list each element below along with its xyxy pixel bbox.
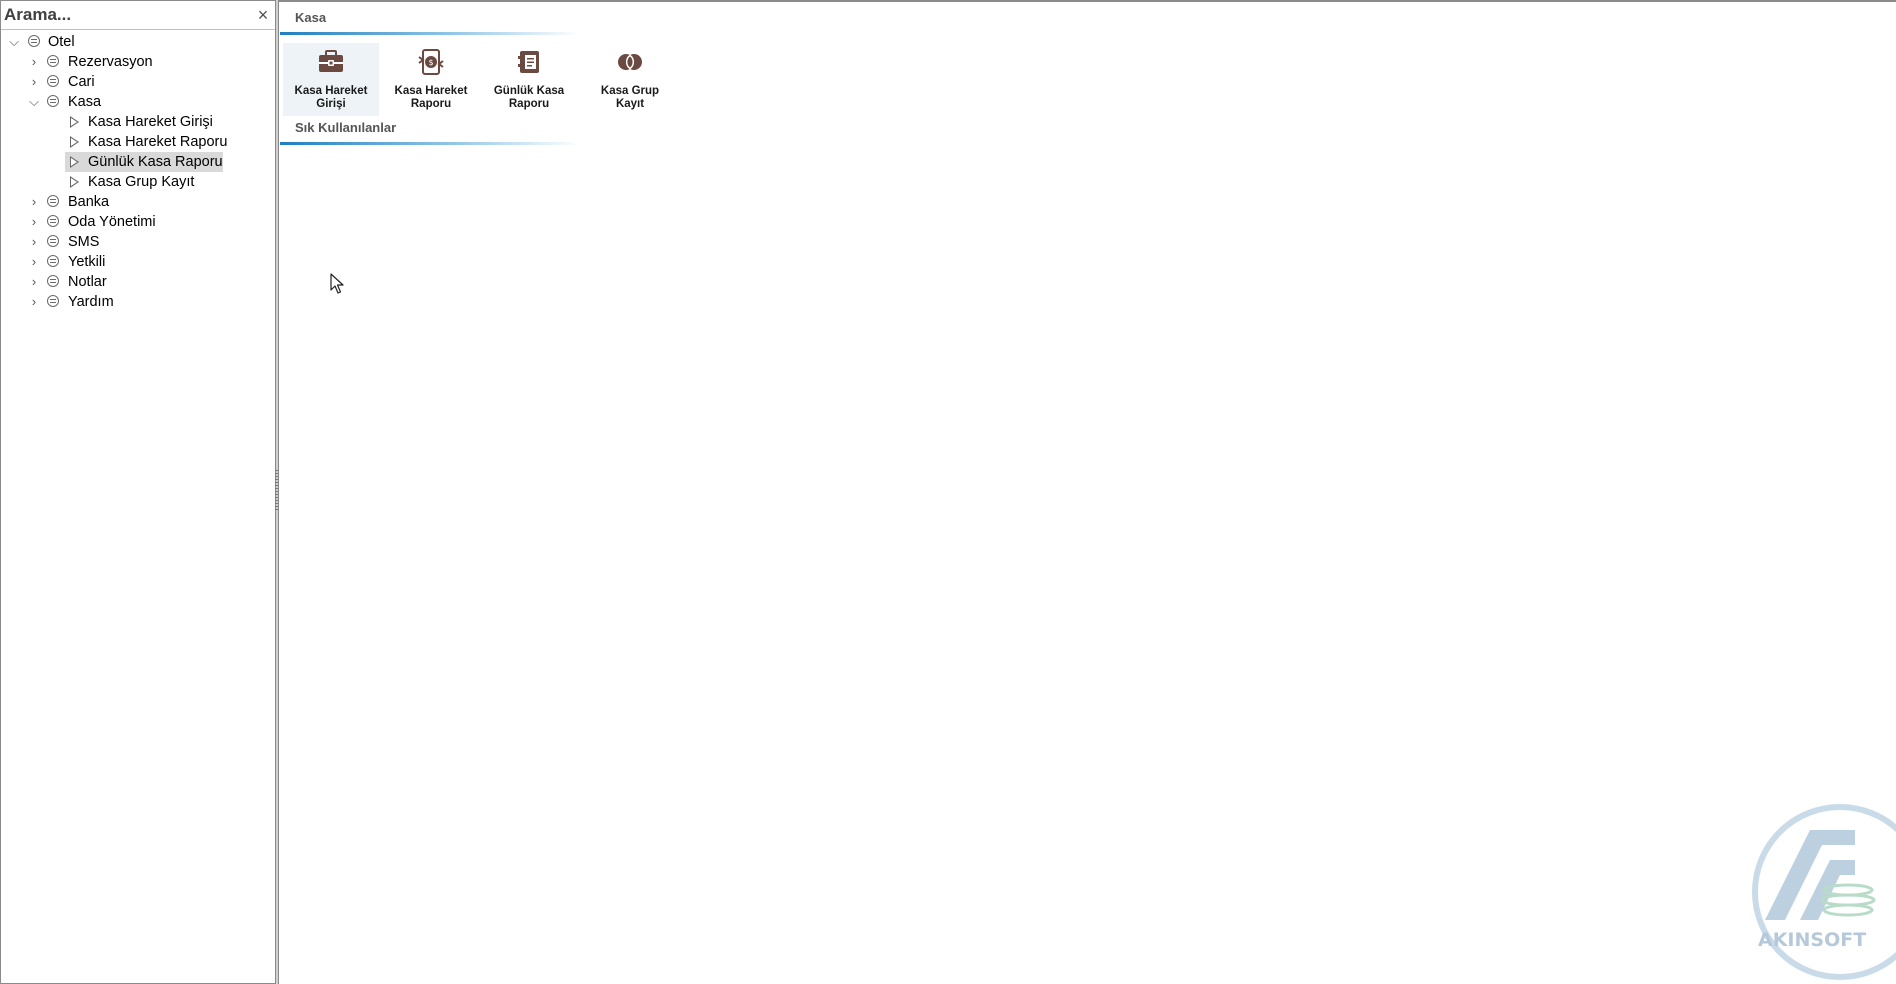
- list-icon: [47, 215, 59, 227]
- tree-item-label: Kasa Hareket Girişi: [88, 114, 213, 130]
- tree-item-notlar[interactable]: › Notlar: [1, 272, 275, 292]
- close-icon[interactable]: ×: [255, 6, 271, 24]
- chevron-down-icon[interactable]: ⌵: [28, 92, 40, 112]
- main-content: [278, 0, 1896, 984]
- group-coins-icon: [618, 54, 642, 70]
- tile-kasa-hareket-raporu[interactable]: $ Kasa Hareket Raporu: [383, 43, 479, 116]
- akinsoft-logo-watermark: AKINSOFT: [1752, 804, 1896, 980]
- money-report-icon: $: [418, 49, 444, 75]
- tree-item-label: Cari: [68, 74, 95, 90]
- tile-label-line1: Kasa Grup: [600, 85, 660, 97]
- tile-label: Kasa Grup Kayıt: [582, 85, 678, 111]
- tree-item-otel[interactable]: ⌵ Otel: [1, 32, 275, 52]
- tree-item-label: Notlar: [68, 274, 107, 290]
- tree-item-label: Yetkili: [68, 254, 106, 270]
- tree-item-oda-yonetimi[interactable]: › Oda Yönetimi: [1, 212, 275, 232]
- group-title: Kasa: [295, 10, 327, 25]
- safe-report-icon: [518, 51, 539, 73]
- list-icon: [47, 295, 59, 307]
- tree-item-kasa-hareket-raporu[interactable]: Kasa Hareket Raporu: [1, 132, 275, 152]
- tile-label: Kasa Hareket Girişi: [283, 85, 379, 111]
- play-outline-icon: [70, 176, 79, 188]
- tree-item-kasa[interactable]: ⌵ Kasa: [1, 92, 275, 112]
- chevron-right-icon[interactable]: ›: [28, 192, 40, 212]
- tree-item-kasa-hareket-girisi[interactable]: Kasa Hareket Girişi: [1, 112, 275, 132]
- tree-item-label: Rezervasyon: [68, 54, 153, 70]
- list-icon: [47, 235, 59, 247]
- tree-item-label: Kasa Hareket Raporu: [88, 134, 228, 150]
- chevron-right-icon[interactable]: ›: [28, 52, 40, 72]
- list-icon: [47, 275, 59, 287]
- tree-item-label: Oda Yönetimi: [68, 214, 156, 230]
- tile-label-line1: Kasa Hareket: [394, 85, 468, 97]
- play-outline-icon: [70, 156, 79, 168]
- section-divider: [280, 142, 580, 145]
- tile-label-line2: Kayıt: [615, 98, 645, 110]
- tree-item-kasa-grup-kayit[interactable]: Kasa Grup Kayıt: [1, 172, 275, 192]
- chevron-right-icon[interactable]: ›: [28, 252, 40, 272]
- tree-item-label: Kasa: [68, 94, 102, 110]
- chevron-right-icon[interactable]: ›: [28, 272, 40, 292]
- tree-item-rezervasyon[interactable]: › Rezervasyon: [1, 52, 275, 72]
- tree-item-label: SMS: [68, 234, 100, 250]
- menu-tree: ⌵ Otel › Rezervasyon › Cari ⌵ Kasa Kasa …: [1, 32, 275, 312]
- play-outline-icon: [70, 136, 79, 148]
- chevron-right-icon[interactable]: ›: [28, 292, 40, 312]
- tree-item-cari[interactable]: › Cari: [1, 72, 275, 92]
- chevron-right-icon[interactable]: ›: [28, 232, 40, 252]
- chevron-right-icon[interactable]: ›: [28, 72, 40, 92]
- tree-item-label: Günlük Kasa Raporu: [88, 154, 223, 170]
- section-title: Sık Kullanılanlar: [295, 120, 397, 135]
- list-icon: [28, 35, 40, 47]
- list-icon: [47, 75, 59, 87]
- chevron-right-icon[interactable]: ›: [28, 212, 40, 232]
- tree-item-label: Banka: [68, 194, 110, 210]
- tile-kasa-grup-kayit[interactable]: Kasa Grup Kayıt: [582, 43, 678, 116]
- tree-item-label: Otel: [48, 34, 75, 50]
- chevron-down-icon[interactable]: ⌵: [8, 32, 20, 52]
- list-icon: [47, 95, 59, 107]
- list-icon: [47, 55, 59, 67]
- tree-item-yardim[interactable]: › Yardım: [1, 292, 275, 312]
- group-divider: [280, 32, 580, 35]
- tile-label-line2: Raporu: [410, 98, 452, 110]
- cash-register-icon: [319, 50, 343, 72]
- watermark-text: AKINSOFT: [1758, 929, 1866, 951]
- tile-label: Günlük Kasa Raporu: [481, 85, 577, 111]
- tile-label: Kasa Hareket Raporu: [383, 85, 479, 111]
- play-outline-icon: [70, 116, 79, 128]
- tile-label-line1: Günlük Kasa: [493, 85, 565, 97]
- list-icon: [47, 195, 59, 207]
- tree-item-yetkili[interactable]: › Yetkili: [1, 252, 275, 272]
- search-input[interactable]: [4, 4, 244, 26]
- tile-label-line2: Raporu: [508, 98, 550, 110]
- tree-item-label: Kasa Grup Kayıt: [88, 174, 195, 190]
- svg-text:$: $: [428, 58, 433, 67]
- tile-label-line2: Girişi: [316, 98, 346, 110]
- tree-item-sms[interactable]: › SMS: [1, 232, 275, 252]
- tree-item-banka[interactable]: › Banka: [1, 192, 275, 212]
- navigation-panel: × ⌵ Otel › Rezervasyon › Cari ⌵ Kasa: [0, 0, 276, 984]
- mouse-cursor-icon: [330, 273, 344, 294]
- tree-item-gunluk-kasa-raporu[interactable]: Günlük Kasa Raporu: [1, 152, 275, 172]
- tile-kasa-hareket-girisi[interactable]: Kasa Hareket Girişi: [283, 43, 379, 116]
- list-icon: [47, 255, 59, 267]
- tile-gunluk-kasa-raporu[interactable]: Günlük Kasa Raporu: [481, 43, 577, 116]
- search-box: ×: [1, 1, 275, 30]
- tree-item-label: Yardım: [68, 294, 114, 310]
- tile-label-line1: Kasa Hareket: [294, 85, 368, 97]
